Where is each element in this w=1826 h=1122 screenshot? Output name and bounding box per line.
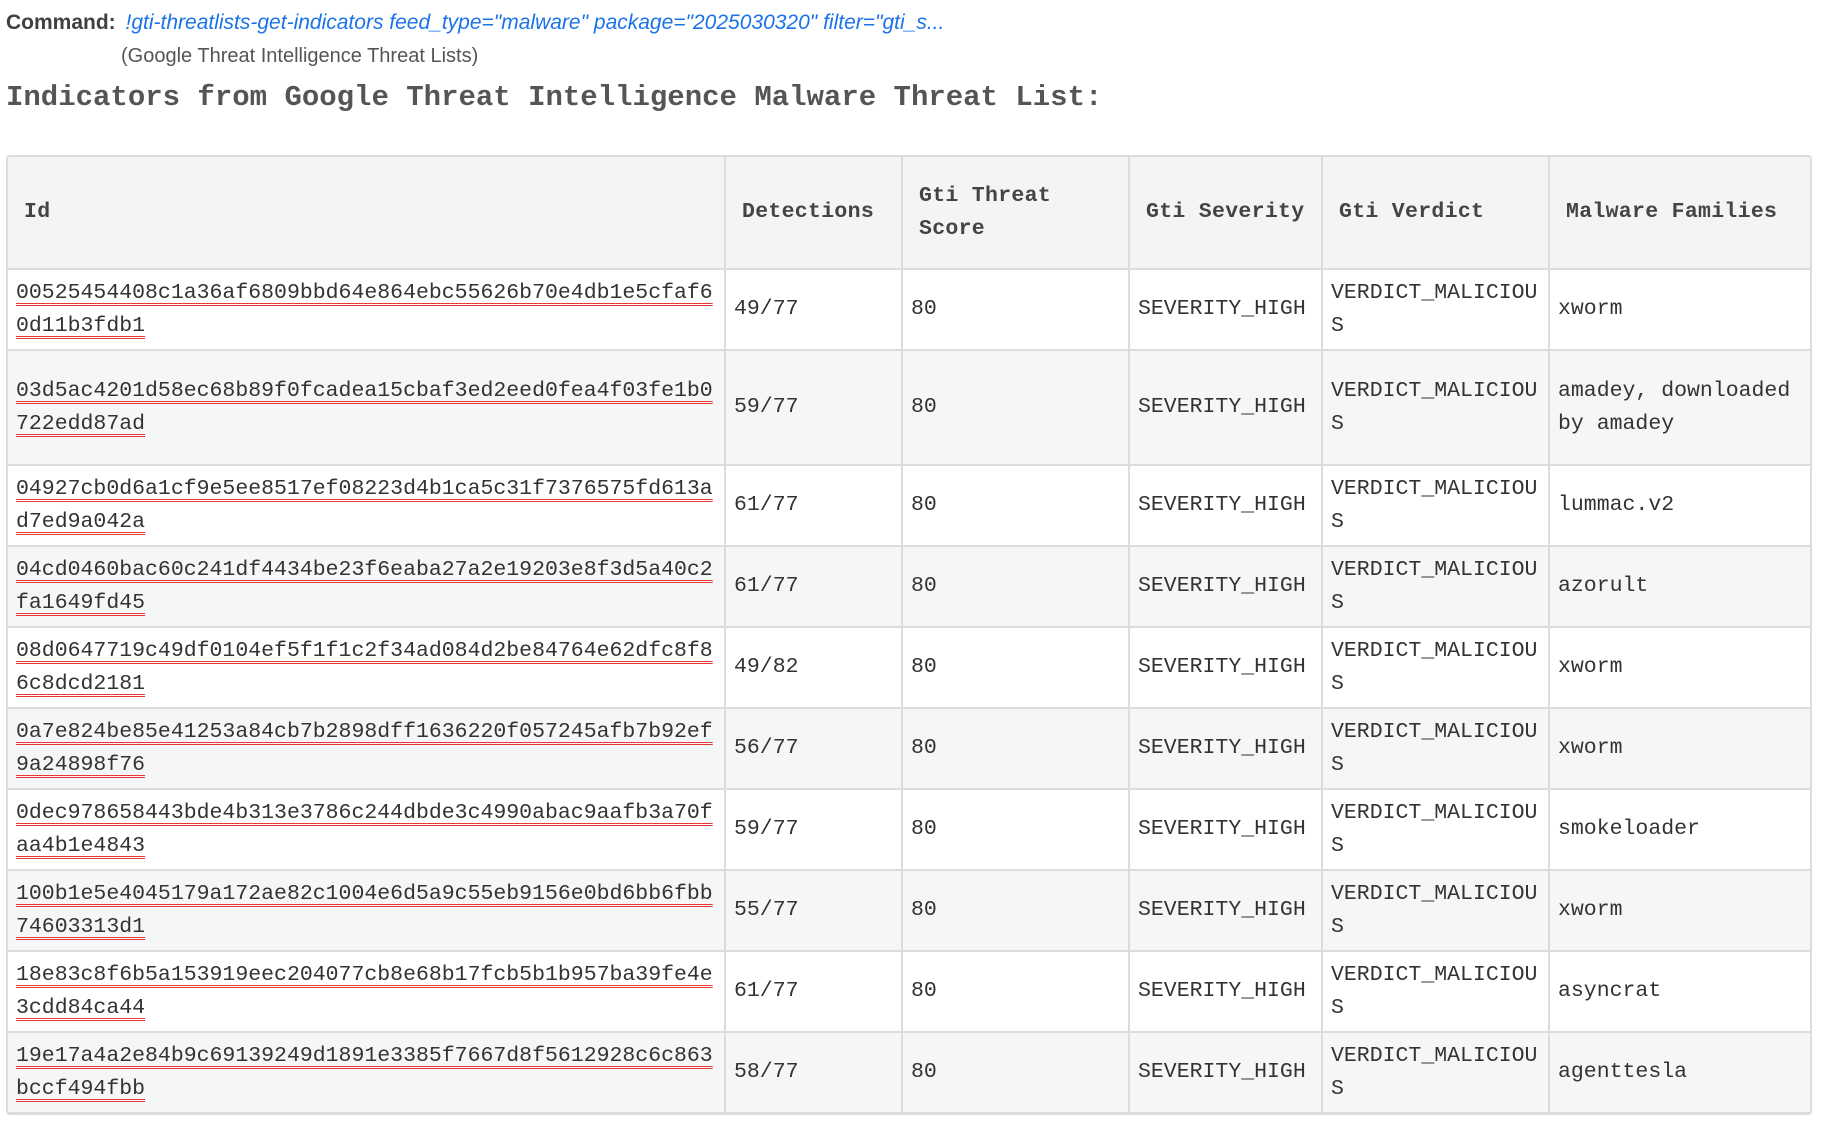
- indicator-id-link[interactable]: 00525454408c1a36af6809bbd64e864ebc55626b…: [16, 281, 713, 338]
- cell-verdict: VERDICT_MALICIOUS: [1322, 546, 1550, 628]
- cell-threat-score: 80: [902, 269, 1130, 351]
- cell-verdict: VERDICT_MALICIOUS: [1322, 951, 1550, 1033]
- cell-severity: SEVERITY_HIGH: [1129, 870, 1323, 952]
- command-line: Command: !gti-threatlists-get-indicators…: [6, 9, 944, 37]
- column-header-id[interactable]: Id: [8, 157, 726, 270]
- cell-detections: 61/77: [725, 546, 903, 628]
- indicator-id-link[interactable]: 04cd0460bac60c241df4434be23f6eaba27a2e19…: [16, 558, 713, 615]
- indicator-id-link[interactable]: 0a7e824be85e41253a84cb7b2898dff1636220f0…: [16, 720, 713, 777]
- table-row: 19e17a4a2e84b9c69139249d1891e3385f7667d8…: [8, 1032, 1810, 1113]
- cell-malware-families: smokeloader: [1549, 789, 1810, 871]
- command-label: Command:: [6, 11, 116, 34]
- cell-malware-families: agenttesla: [1549, 1032, 1810, 1113]
- cell-malware-families: xworm: [1549, 870, 1810, 952]
- cell-severity: SEVERITY_HIGH: [1129, 465, 1323, 547]
- cell-detections: 61/77: [725, 951, 903, 1033]
- cell-malware-families: lummac.v2: [1549, 465, 1810, 547]
- cell-verdict: VERDICT_MALICIOUS: [1322, 1032, 1550, 1113]
- indicator-id-link[interactable]: 04927cb0d6a1cf9e5ee8517ef08223d4b1ca5c31…: [16, 477, 713, 534]
- indicators-table-container: Id Detections Gti Threat Score Gti Sever…: [6, 155, 1812, 1115]
- cell-severity: SEVERITY_HIGH: [1129, 350, 1323, 466]
- cell-verdict: VERDICT_MALICIOUS: [1322, 269, 1550, 351]
- cell-malware-families: xworm: [1549, 269, 1810, 351]
- column-header-verdict[interactable]: Gti Verdict: [1322, 157, 1550, 270]
- cell-verdict: VERDICT_MALICIOUS: [1322, 789, 1550, 871]
- cell-detections: 59/77: [725, 789, 903, 871]
- table-row: 04927cb0d6a1cf9e5ee8517ef08223d4b1ca5c31…: [8, 465, 1810, 547]
- column-header-severity[interactable]: Gti Severity: [1129, 157, 1323, 270]
- cell-detections: 49/82: [725, 627, 903, 709]
- cell-detections: 49/77: [725, 269, 903, 351]
- cell-threat-score: 80: [902, 350, 1130, 466]
- cell-threat-score: 80: [902, 870, 1130, 952]
- indicator-id-link[interactable]: 18e83c8f6b5a153919eec204077cb8e68b17fcb5…: [16, 963, 713, 1020]
- cell-threat-score: 80: [902, 789, 1130, 871]
- column-header-threat-score[interactable]: Gti Threat Score: [902, 157, 1130, 270]
- cell-id: 04927cb0d6a1cf9e5ee8517ef08223d4b1ca5c31…: [8, 465, 726, 547]
- cell-detections: 55/77: [725, 870, 903, 952]
- table-header-row: Id Detections Gti Threat Score Gti Sever…: [8, 157, 1810, 270]
- cell-id: 0dec978658443bde4b313e3786c244dbde3c4990…: [8, 789, 726, 871]
- cell-malware-families: xworm: [1549, 708, 1810, 790]
- cell-detections: 61/77: [725, 465, 903, 547]
- cell-detections: 59/77: [725, 350, 903, 466]
- table-row: 0a7e824be85e41253a84cb7b2898dff1636220f0…: [8, 708, 1810, 790]
- indicator-id-link[interactable]: 08d0647719c49df0104ef5f1f1c2f34ad084d2be…: [16, 639, 713, 696]
- cell-severity: SEVERITY_HIGH: [1129, 269, 1323, 351]
- table-row: 08d0647719c49df0104ef5f1f1c2f34ad084d2be…: [8, 627, 1810, 709]
- cell-verdict: VERDICT_MALICIOUS: [1322, 870, 1550, 952]
- cell-malware-families: azorult: [1549, 546, 1810, 628]
- cell-id: 18e83c8f6b5a153919eec204077cb8e68b17fcb5…: [8, 951, 726, 1033]
- cell-id: 04cd0460bac60c241df4434be23f6eaba27a2e19…: [8, 546, 726, 628]
- cell-verdict: VERDICT_MALICIOUS: [1322, 350, 1550, 466]
- cell-id: 100b1e5e4045179a172ae82c1004e6d5a9c55eb9…: [8, 870, 726, 952]
- cell-id: 19e17a4a2e84b9c69139249d1891e3385f7667d8…: [8, 1032, 726, 1113]
- cell-severity: SEVERITY_HIGH: [1129, 1032, 1323, 1113]
- cell-severity: SEVERITY_HIGH: [1129, 627, 1323, 709]
- table-row: 18e83c8f6b5a153919eec204077cb8e68b17fcb5…: [8, 951, 1810, 1033]
- column-header-malware-families[interactable]: Malware Families: [1549, 157, 1810, 270]
- indicator-id-link[interactable]: 100b1e5e4045179a172ae82c1004e6d5a9c55eb9…: [16, 882, 713, 939]
- cell-threat-score: 80: [902, 951, 1130, 1033]
- cell-detections: 58/77: [725, 1032, 903, 1113]
- cell-id: 00525454408c1a36af6809bbd64e864ebc55626b…: [8, 269, 726, 351]
- cell-verdict: VERDICT_MALICIOUS: [1322, 708, 1550, 790]
- cell-id: 08d0647719c49df0104ef5f1f1c2f34ad084d2be…: [8, 627, 726, 709]
- cell-malware-families: xworm: [1549, 627, 1810, 709]
- cell-verdict: VERDICT_MALICIOUS: [1322, 465, 1550, 547]
- cell-verdict: VERDICT_MALICIOUS: [1322, 627, 1550, 709]
- cell-threat-score: 80: [902, 708, 1130, 790]
- cell-threat-score: 80: [902, 1032, 1130, 1113]
- page-title: Indicators from Google Threat Intelligen…: [6, 81, 1103, 114]
- indicator-id-link[interactable]: 19e17a4a2e84b9c69139249d1891e3385f7667d8…: [16, 1044, 713, 1101]
- cell-severity: SEVERITY_HIGH: [1129, 546, 1323, 628]
- cell-malware-families: asyncrat: [1549, 951, 1810, 1033]
- command-source: (Google Threat Intelligence Threat Lists…: [121, 45, 479, 67]
- indicators-table: Id Detections Gti Threat Score Gti Sever…: [8, 157, 1810, 1113]
- cell-severity: SEVERITY_HIGH: [1129, 708, 1323, 790]
- column-header-detections[interactable]: Detections: [725, 157, 903, 270]
- cell-threat-score: 80: [902, 627, 1130, 709]
- cell-detections: 56/77: [725, 708, 903, 790]
- cell-severity: SEVERITY_HIGH: [1129, 951, 1323, 1033]
- cell-id: 0a7e824be85e41253a84cb7b2898dff1636220f0…: [8, 708, 726, 790]
- cell-severity: SEVERITY_HIGH: [1129, 789, 1323, 871]
- cell-threat-score: 80: [902, 465, 1130, 547]
- cell-threat-score: 80: [902, 546, 1130, 628]
- indicator-id-link[interactable]: 0dec978658443bde4b313e3786c244dbde3c4990…: [16, 801, 713, 858]
- cell-malware-families: amadey, downloaded by amadey: [1549, 350, 1810, 466]
- command-text-link[interactable]: !gti-threatlists-get-indicators feed_typ…: [126, 11, 945, 34]
- table-row: 100b1e5e4045179a172ae82c1004e6d5a9c55eb9…: [8, 870, 1810, 952]
- cell-id: 03d5ac4201d58ec68b89f0fcadea15cbaf3ed2ee…: [8, 350, 726, 466]
- table-row: 00525454408c1a36af6809bbd64e864ebc55626b…: [8, 269, 1810, 351]
- table-row: 03d5ac4201d58ec68b89f0fcadea15cbaf3ed2ee…: [8, 350, 1810, 466]
- table-row: 04cd0460bac60c241df4434be23f6eaba27a2e19…: [8, 546, 1810, 628]
- indicator-id-link[interactable]: 03d5ac4201d58ec68b89f0fcadea15cbaf3ed2ee…: [16, 379, 713, 436]
- table-row: 0dec978658443bde4b313e3786c244dbde3c4990…: [8, 789, 1810, 871]
